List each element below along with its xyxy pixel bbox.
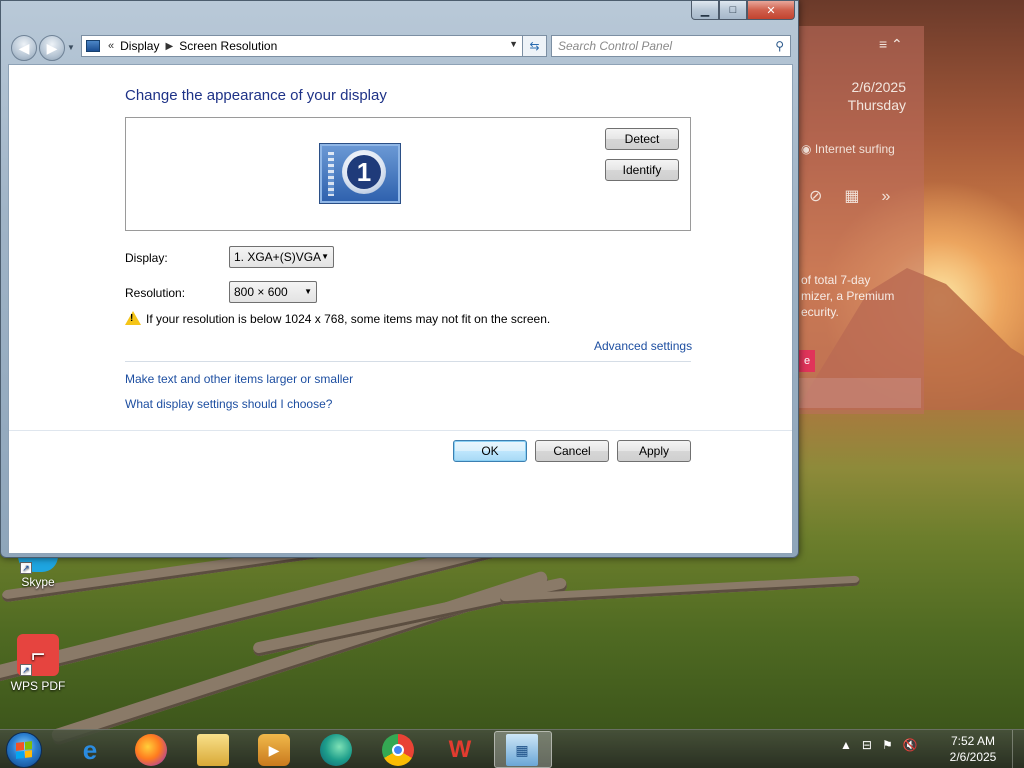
- monitor-icon[interactable]: 1: [319, 143, 401, 204]
- clock-time: 7:52 AM: [950, 734, 996, 748]
- detect-button[interactable]: Detect: [605, 128, 679, 150]
- warning-text: If your resolution is below 1024 x 768, …: [146, 312, 551, 326]
- address-bar[interactable]: « Display ▶ Screen Resolution ▼: [81, 35, 523, 57]
- identify-button[interactable]: Identify: [605, 159, 679, 181]
- file-explorer-icon[interactable]: [197, 734, 229, 766]
- monitor-number-badge: 1: [342, 150, 386, 194]
- display-select[interactable]: 1. XGA+(S)VGA ▼: [229, 246, 334, 268]
- windows-logo-icon: [16, 741, 32, 759]
- display-value: 1. XGA+(S)VGA: [234, 250, 322, 264]
- media-player-icon[interactable]: ▶: [258, 734, 290, 766]
- control-panel-icon: [86, 40, 100, 52]
- page-title: Change the appearance of your display: [125, 87, 387, 104]
- taskbar-clock[interactable]: 7:52 AM 2/6/2025: [944, 733, 1002, 765]
- gadget-status-text: Internet surfing: [814, 142, 895, 156]
- minimize-button[interactable]: ▁: [691, 1, 719, 20]
- advanced-settings-link[interactable]: Advanced settings: [594, 339, 692, 353]
- resolution-label: Resolution:: [125, 286, 186, 300]
- desktop-icon-skype[interactable]: ↗ Skype: [6, 556, 70, 589]
- text-size-link[interactable]: Make text and other items larger or smal…: [125, 372, 353, 386]
- action-center-flag-icon[interactable]: ⚑: [882, 738, 893, 752]
- desktop-icon-label: WPS PDF: [10, 679, 66, 693]
- internet-explorer-icon[interactable]: e: [74, 734, 106, 766]
- more-icon[interactable]: »: [882, 188, 913, 205]
- wps-office-icon[interactable]: W: [444, 734, 476, 766]
- gadget-bar: [799, 378, 921, 408]
- clock-date: 2/6/2025: [949, 750, 997, 764]
- resolution-select[interactable]: 800 × 600 ▼: [229, 281, 317, 303]
- hide-icon[interactable]: ⊘: [809, 188, 844, 205]
- firefox-icon[interactable]: [135, 734, 167, 766]
- ok-button[interactable]: OK: [453, 440, 527, 462]
- refresh-icon: ⇆: [529, 39, 540, 53]
- display-label: Display:: [125, 251, 168, 265]
- network-icon[interactable]: ⊟: [862, 738, 872, 752]
- gadget-text: of total 7-day mizer, a Premium ecurity.: [801, 273, 895, 319]
- maximize-button[interactable]: □: [719, 1, 747, 20]
- monitor-taskbar-strip: [328, 152, 334, 196]
- warning-icon: !: [125, 311, 141, 325]
- gadget-date-value: 2/6/2025: [851, 79, 907, 95]
- back-button[interactable]: ◀: [11, 35, 37, 61]
- breadcrumb-screen-resolution[interactable]: Screen Resolution: [179, 39, 277, 53]
- desktop-icon-wps-pdf[interactable]: ⌐ ↗ WPS PDF: [6, 634, 70, 693]
- refresh-button[interactable]: ⇆: [523, 35, 547, 57]
- desktop-gadget: ≡ ⌃ 2/6/2025 Thursday ◉ Internet surfing…: [798, 26, 924, 414]
- gadget-menu-icon[interactable]: ≡ ⌃: [879, 36, 903, 53]
- desktop-icon-label: Skype: [21, 575, 55, 589]
- chevron-down-icon: ▼: [321, 252, 329, 261]
- divider: [125, 361, 691, 362]
- navigation-bar: ◀ ▶ ▼ « Display ▶ Screen Resolution ▼ ⇆ …: [7, 33, 793, 61]
- chrome-icon[interactable]: [382, 734, 414, 766]
- start-button[interactable]: [6, 732, 42, 768]
- calculator-icon[interactable]: ▦: [844, 188, 881, 205]
- system-tray: ▲ ⊟ ⚑ 🔇: [840, 738, 918, 752]
- volume-muted-icon[interactable]: 🔇: [903, 738, 918, 752]
- address-dropdown-icon[interactable]: ▼: [509, 39, 518, 49]
- cancel-button[interactable]: Cancel: [535, 440, 609, 462]
- apply-button[interactable]: Apply: [617, 440, 691, 462]
- close-button[interactable]: ✕: [747, 1, 795, 20]
- show-hidden-icons[interactable]: ▲: [840, 738, 852, 752]
- breadcrumb-display[interactable]: Display: [120, 39, 159, 53]
- display-settings-icon[interactable]: ▦: [506, 734, 538, 766]
- divider: [9, 430, 792, 431]
- content-area: Change the appearance of your display 1 …: [8, 64, 793, 554]
- monitor-preview: 1 Detect Identify: [125, 117, 691, 231]
- gadget-status: ◉ Internet surfing: [801, 142, 895, 156]
- gadget-date: 2/6/2025 Thursday: [848, 78, 906, 114]
- show-desktop-button[interactable]: [1012, 730, 1024, 768]
- taskbar: e ▶ W ▦ ▲ ⊟ ⚑ 🔇 7:52 AM 2/6/2025: [0, 729, 1024, 768]
- chevron-down-icon: ▼: [304, 287, 312, 296]
- breadcrumb-separator-icon[interactable]: ▶: [165, 41, 173, 52]
- forward-button[interactable]: ▶: [39, 35, 65, 61]
- search-input[interactable]: Search Control Panel ⚲: [551, 35, 791, 57]
- screen-resolution-window: ▁ □ ✕ ◀ ▶ ▼ « Display ▶ Screen Resolutio…: [0, 0, 799, 558]
- breadcrumb-prefix[interactable]: «: [108, 40, 114, 52]
- search-placeholder: Search Control Panel: [558, 39, 673, 53]
- shortcut-arrow-icon: ↗: [20, 664, 32, 676]
- gadget-icons: ⊘▦»: [809, 186, 912, 206]
- gadget-day: Thursday: [847, 97, 906, 113]
- shortcut-arrow-icon: ↗: [20, 562, 32, 574]
- edge-icon[interactable]: [320, 734, 352, 766]
- recent-pages-dropdown-icon[interactable]: ▼: [67, 43, 75, 52]
- search-icon[interactable]: ⚲: [775, 39, 784, 53]
- display-help-link[interactable]: What display settings should I choose?: [125, 397, 332, 411]
- caption-buttons: ▁ □ ✕: [691, 1, 795, 21]
- monitor-number: 1: [347, 155, 381, 189]
- gadget-badge[interactable]: e: [799, 350, 815, 372]
- resolution-value: 800 × 600: [234, 285, 288, 299]
